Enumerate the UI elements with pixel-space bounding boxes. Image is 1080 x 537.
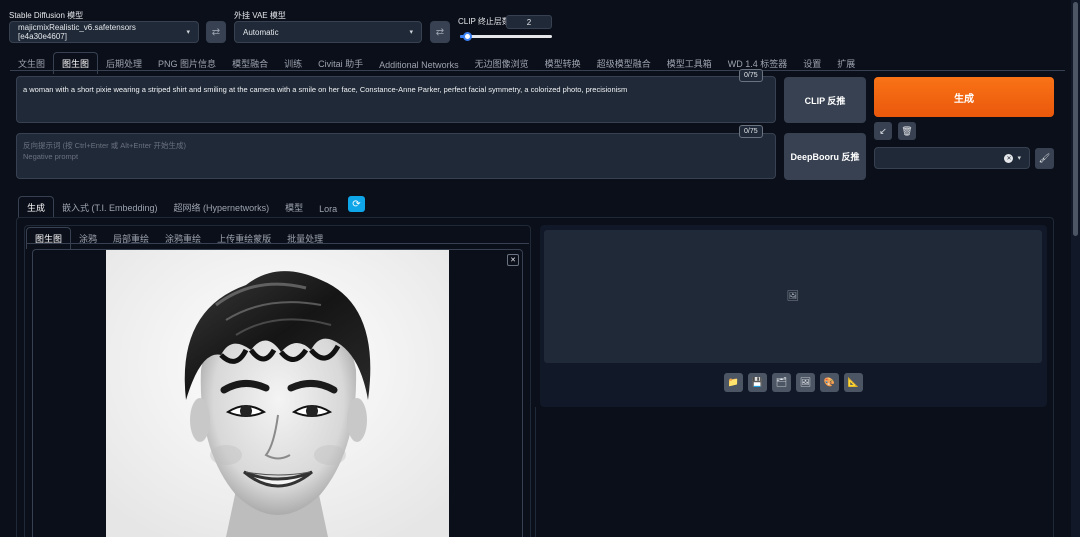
read-params-button[interactable]: ↙ <box>874 122 892 140</box>
chevron-down-icon: ▾ <box>186 29 190 36</box>
output-gallery[interactable]: 🖼 <box>544 230 1042 363</box>
img2img-mode-tab[interactable]: 上传重绘蒙版 <box>209 228 279 249</box>
vae-value: Automatic <box>243 27 279 37</box>
extra-networks-tab[interactable]: 生成 <box>18 196 55 218</box>
refresh-vae-button[interactable]: ⇄ <box>430 21 450 43</box>
img2img-mode-tab[interactable]: 图生图 <box>26 227 72 249</box>
img2img-mode-tab[interactable]: 批量处理 <box>279 228 331 249</box>
img2img-mode-tab[interactable]: 涂鸦重绘 <box>157 228 209 249</box>
image-placeholder-icon: 🖼 <box>786 291 800 302</box>
positive-prompt-text: a woman with a short pixie wearing a str… <box>23 85 628 94</box>
arrow-icon: ↙ <box>879 125 887 136</box>
img2img-mode-tab[interactable]: 涂鸦 <box>71 228 105 249</box>
positive-prompt-input[interactable]: a woman with a short pixie wearing a str… <box>16 76 776 123</box>
img2img-mode-tab[interactable]: 局部重绘 <box>105 228 157 249</box>
extra-networks-tab[interactable]: 嵌入式 (T.I. Embedding) <box>54 197 166 218</box>
tabs-divider <box>10 70 1065 71</box>
deepbooru-interrogate-button[interactable]: DeepBooru 反推 <box>784 133 866 180</box>
clip-skip-slider[interactable] <box>460 32 552 41</box>
swap-icon: ⇄ <box>211 26 221 38</box>
close-icon: ✕ <box>510 257 516 264</box>
clip-skip-number[interactable]: 2 <box>506 15 552 29</box>
clear-prompt-button[interactable]: 🗑 <box>898 122 916 140</box>
trash-icon: 🗑 <box>901 125 913 136</box>
sd-model-dropdown[interactable]: majicmixRealistic_v6.safetensors [e4a30e… <box>9 21 199 43</box>
extra-networks-tab[interactable]: 模型 <box>277 197 311 218</box>
output-tool-button[interactable]: 🎨 <box>820 373 839 392</box>
output-tool-button[interactable]: 💾 <box>748 373 767 392</box>
output-tool-button[interactable]: 🗂 <box>772 373 791 392</box>
chevron-down-icon: ▾ <box>1017 155 1021 162</box>
clear-icon[interactable]: ✕ <box>1004 153 1014 163</box>
refresh-networks-button[interactable]: ⟳ <box>348 196 365 212</box>
styles-dropdown[interactable]: ✕ ▾ <box>874 147 1030 169</box>
sd-model-label: Stable Diffusion 模型 <box>9 11 84 20</box>
refresh-icon: ⟳ <box>352 198 361 210</box>
remove-image-button[interactable]: ✕ <box>507 254 519 266</box>
extra-networks-tab[interactable]: Lora <box>311 200 345 218</box>
extra-networks-tab[interactable]: 超网络 (Hypernetworks) <box>166 197 278 218</box>
positive-token-counter: 0/75 <box>739 69 763 82</box>
vae-label: 外挂 VAE 模型 <box>234 11 286 20</box>
extra-networks-tabs: 生成 嵌入式 (T.I. Embedding) 超网络 (Hypernetworks… <box>18 196 345 218</box>
negative-prompt-placeholder-en: Negative prompt <box>23 152 79 161</box>
swap-icon: ⇄ <box>435 26 445 38</box>
output-tool-button[interactable]: 🖼 <box>796 373 815 392</box>
brush-icon: 🖌 <box>1038 153 1051 163</box>
chevron-down-icon: ▾ <box>409 29 413 36</box>
vae-dropdown[interactable]: Automatic ▾ <box>234 21 422 43</box>
refresh-model-button[interactable]: ⇄ <box>206 21 226 43</box>
page-scrollbar-thumb[interactable] <box>1073 2 1078 236</box>
sd-model-value: majicmixRealistic_v6.safetensors [e4a30e… <box>18 23 136 41</box>
edit-styles-button[interactable]: 🖌 <box>1035 148 1054 169</box>
img2img-mode-tabs: 图生图 涂鸦 局部重绘 涂鸦重绘 上传重绘蒙版 批量处理 <box>26 227 331 249</box>
clip-skip-label: CLIP 终止层数 <box>458 17 510 26</box>
clip-interrogate-button[interactable]: CLIP 反推 <box>784 77 866 123</box>
negative-prompt-input[interactable]: 反向提示词 (按 Ctrl+Enter 或 Alt+Enter 开始生成) Ne… <box>16 133 776 179</box>
output-tool-button[interactable]: 📐 <box>844 373 863 392</box>
input-portrait-image <box>106 250 449 537</box>
clip-skip-slider-thumb[interactable] <box>463 32 473 41</box>
img-tabs-divider <box>26 243 529 244</box>
negative-token-counter: 0/75 <box>739 125 763 138</box>
negative-prompt-placeholder: 反向提示词 (按 Ctrl+Enter 或 Alt+Enter 开始生成) <box>23 141 186 150</box>
generate-button[interactable]: 生成 <box>874 77 1054 117</box>
column-divider <box>535 407 536 537</box>
output-tool-button[interactable]: 📁 <box>724 373 743 392</box>
main-tab[interactable]: Additional Networks <box>371 56 467 74</box>
output-toolbar: 📁 💾 🗂 🖼 🎨 📐 <box>724 373 863 392</box>
